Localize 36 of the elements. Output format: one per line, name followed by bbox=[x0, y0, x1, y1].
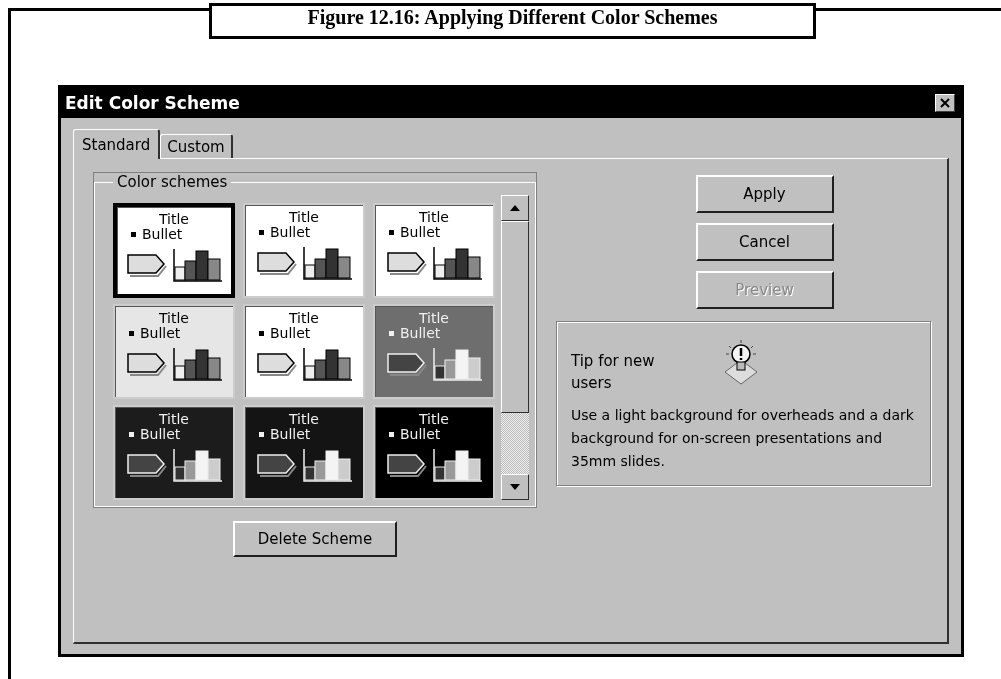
bullet-icon bbox=[259, 432, 264, 437]
color-scheme-swatch[interactable]: Title Bullet bbox=[373, 405, 495, 500]
group-label: Color schemes bbox=[116, 173, 229, 191]
scrollbar[interactable] bbox=[501, 195, 529, 500]
figure-caption: Figure 12.16: Applying Different Color Schemes bbox=[307, 7, 718, 27]
color-scheme-swatch[interactable]: Title Bullet bbox=[243, 304, 365, 399]
color-scheme-swatch[interactable]: Title Bullet bbox=[373, 304, 495, 399]
dialog-button[interactable]: Cancel bbox=[695, 223, 834, 261]
tip-heading: Tip for new users bbox=[571, 351, 656, 394]
delete-scheme-button[interactable]: Delete Scheme bbox=[233, 521, 397, 557]
dialog-button[interactable]: Apply bbox=[695, 175, 834, 213]
bullet-icon bbox=[259, 331, 264, 336]
tip-text: Use a light background for overheads and a dark background for on-screen presentations and 35mm slides. bbox=[571, 406, 915, 471]
close-button[interactable] bbox=[935, 94, 955, 112]
bullet-icon bbox=[131, 232, 136, 237]
color-scheme-swatch[interactable]: Title Bullet bbox=[373, 203, 495, 298]
color-scheme-swatch[interactable]: Title Bullet bbox=[243, 405, 365, 500]
tab[interactable]: Custom bbox=[160, 134, 233, 158]
down-arrow-icon bbox=[510, 484, 520, 490]
color-scheme-swatch[interactable]: Title Bullet bbox=[113, 304, 235, 399]
scroll-down-button[interactable] bbox=[501, 474, 529, 500]
bullet-icon bbox=[129, 432, 134, 437]
bullet-icon bbox=[389, 230, 394, 235]
close-icon bbox=[940, 98, 950, 108]
bullet-icon bbox=[129, 331, 134, 336]
color-scheme-swatch[interactable]: Title Bullet bbox=[113, 203, 235, 298]
bullet-icon bbox=[389, 331, 394, 336]
tab[interactable]: Standard bbox=[73, 129, 161, 159]
bullet-icon bbox=[259, 230, 264, 235]
color-scheme-swatch[interactable]: Title Bullet bbox=[243, 203, 365, 298]
color-scheme-swatch[interactable]: Title Bullet bbox=[113, 405, 235, 500]
scroll-thumb[interactable] bbox=[501, 221, 529, 413]
up-arrow-icon bbox=[510, 205, 520, 211]
bullet-icon bbox=[389, 432, 394, 437]
window-title: Edit Color Scheme bbox=[65, 93, 240, 113]
scroll-up-button[interactable] bbox=[501, 195, 529, 221]
